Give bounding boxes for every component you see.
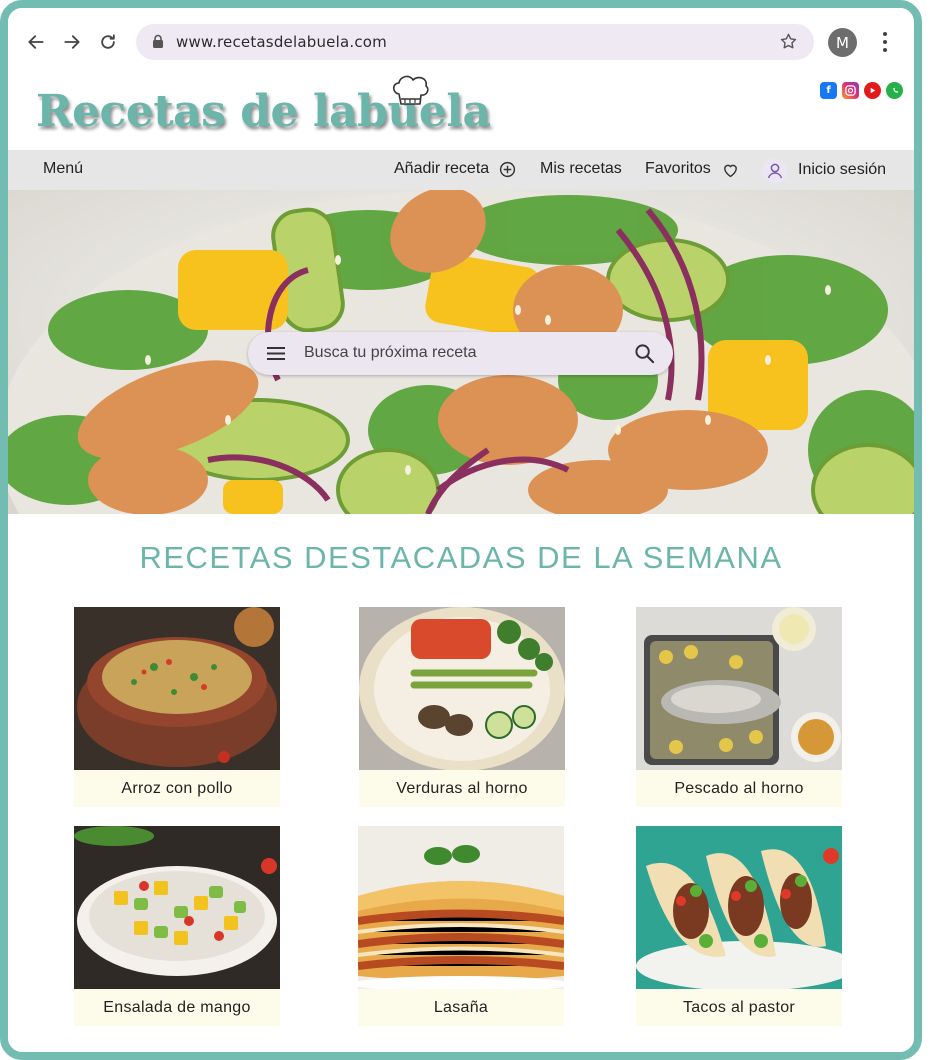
hamburger-menu-icon[interactable] bbox=[266, 346, 286, 361]
search-input[interactable]: Busca tu próxima receta bbox=[304, 344, 477, 362]
facebook-icon[interactable]: f bbox=[820, 82, 837, 99]
recipe-card[interactable]: Tacos al pastor bbox=[636, 826, 842, 1026]
chef-hat-icon bbox=[392, 75, 429, 105]
recipe-card[interactable]: Pescado al horno bbox=[636, 607, 842, 807]
app-window: www.recetasdelabuela.com M Recetas de la… bbox=[0, 0, 922, 1060]
recipe-name[interactable]: Pescado al horno bbox=[636, 770, 842, 807]
user-icon[interactable] bbox=[762, 158, 788, 184]
search-icon[interactable] bbox=[634, 343, 655, 364]
lock-icon bbox=[153, 34, 163, 48]
profile-avatar[interactable]: M bbox=[828, 28, 857, 57]
url-text[interactable]: www.recetasdelabuela.com bbox=[176, 33, 387, 51]
recipe-name[interactable]: Arroz con pollo bbox=[74, 770, 280, 807]
lasana-image[interactable] bbox=[358, 826, 564, 989]
recipe-search-bar[interactable]: Busca tu próxima receta bbox=[248, 332, 673, 375]
heart-icon[interactable] bbox=[722, 162, 739, 178]
instagram-icon[interactable] bbox=[842, 82, 859, 99]
verduras-al-horno-image[interactable] bbox=[359, 607, 565, 770]
nav-menu[interactable]: Menú bbox=[43, 160, 83, 178]
recipe-card[interactable]: Verduras al horno bbox=[359, 607, 565, 807]
recipe-name[interactable]: Tacos al pastor bbox=[636, 989, 842, 1026]
recipe-name[interactable]: Verduras al horno bbox=[359, 770, 565, 807]
reload-icon[interactable] bbox=[96, 30, 120, 54]
youtube-icon[interactable] bbox=[864, 82, 881, 99]
back-icon[interactable] bbox=[24, 30, 48, 54]
social-links: f bbox=[820, 82, 903, 99]
address-bar[interactable]: www.recetasdelabuela.com bbox=[136, 24, 814, 60]
forward-icon[interactable] bbox=[60, 30, 84, 54]
nav-my-recipes[interactable]: Mis recetas bbox=[540, 160, 622, 178]
nav-add-recipe[interactable]: Añadir receta bbox=[394, 160, 489, 178]
pescado-al-horno-image[interactable] bbox=[636, 607, 842, 770]
add-circle-icon[interactable] bbox=[499, 161, 516, 178]
recipe-name[interactable]: Ensalada de mango bbox=[74, 989, 280, 1026]
ensalada-de-mango-image[interactable] bbox=[74, 826, 280, 989]
nav-favorites[interactable]: Favoritos bbox=[645, 160, 711, 178]
recipe-card[interactable]: Lasaña bbox=[358, 826, 564, 1026]
nav-login[interactable]: Inicio sesión bbox=[798, 161, 886, 179]
tacos-al-pastor-image[interactable] bbox=[636, 826, 842, 989]
recipe-card[interactable]: Ensalada de mango bbox=[74, 826, 280, 1026]
arroz-con-pollo-image[interactable] bbox=[74, 607, 280, 770]
more-options-icon[interactable] bbox=[878, 30, 892, 54]
bookmark-star-icon[interactable] bbox=[779, 32, 798, 51]
main-navbar: Menú Añadir receta Mis recetas Favoritos… bbox=[8, 150, 914, 190]
whatsapp-icon[interactable] bbox=[886, 82, 903, 99]
recipe-card[interactable]: Arroz con pollo bbox=[74, 607, 280, 807]
featured-title: RECETAS DESTACADAS DE LA SEMANA bbox=[139, 540, 783, 575]
browser-toolbar: www.recetasdelabuela.com M bbox=[8, 8, 914, 74]
site-header: Recetas de labuela f bbox=[8, 74, 914, 150]
hero-banner: Busca tu próxima receta bbox=[8, 190, 914, 514]
recipe-name[interactable]: Lasaña bbox=[358, 989, 564, 1026]
